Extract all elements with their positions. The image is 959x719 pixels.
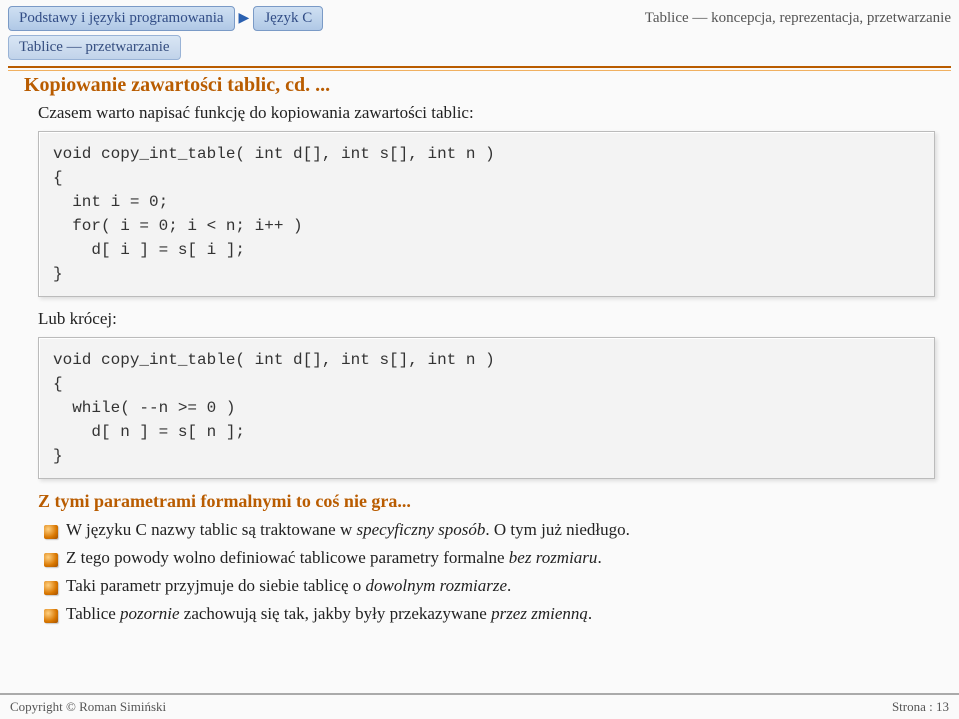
bullet-text: zachowują się tak, jakby były przekazywa… <box>180 604 492 623</box>
list-item: Tablice pozornie zachowują się tak, jakb… <box>44 604 935 624</box>
footer: Copyright © Roman Simiński Strona : 13 <box>0 693 959 719</box>
bullet-icon <box>44 581 58 595</box>
bullet-text: . <box>588 604 592 623</box>
header-right-text: Tablice — koncepcja, reprezentacja, prze… <box>645 6 951 27</box>
divider <box>8 66 951 68</box>
breadcrumb-arrow-icon: ▶ <box>239 10 250 27</box>
breadcrumb: Podstawy i języki programowania ▶ Język … <box>8 6 323 31</box>
code-block-1: void copy_int_table( int d[], int s[], i… <box>38 131 935 297</box>
breadcrumb-item-1: Podstawy i języki programowania <box>8 6 235 31</box>
code-block-2: void copy_int_table( int d[], int s[], i… <box>38 337 935 479</box>
section-tag: Tablice — przetwarzanie <box>8 35 181 60</box>
list-item: Z tego powody wolno definiować tablicowe… <box>44 548 935 568</box>
bullet-em: specyficzny sposób <box>356 520 485 539</box>
breadcrumb-item-2: Język C <box>253 6 323 31</box>
section-row: Tablice — przetwarzanie <box>0 31 959 60</box>
bullet-list: W języku C nazwy tablic są traktowane w … <box>44 520 935 624</box>
page-title: Kopiowanie zawartości tablic, cd. ... <box>24 74 935 97</box>
bullet-em: dowolnym rozmiarze <box>366 576 508 595</box>
bullet-text: . <box>597 548 601 567</box>
bullet-icon <box>44 609 58 623</box>
bullet-em: przez zmienną <box>491 604 588 623</box>
bullet-icon <box>44 525 58 539</box>
bullet-text: W języku C nazwy tablic są traktowane w <box>66 520 356 539</box>
content: Kopiowanie zawartości tablic, cd. ... Cz… <box>0 68 959 624</box>
header-row: Podstawy i języki programowania ▶ Język … <box>0 0 959 31</box>
bullet-text: Z tego powody wolno definiować tablicowe… <box>66 548 509 567</box>
bullet-em: bez rozmiaru <box>509 548 598 567</box>
intro-text: Czasem warto napisać funkcję do kopiowan… <box>38 103 935 123</box>
bullet-text: . O tym już niedługo. <box>485 520 629 539</box>
shorter-label: Lub krócej: <box>38 309 935 329</box>
bullet-em: pozornie <box>120 604 180 623</box>
bullet-text: . <box>507 576 511 595</box>
list-item: W języku C nazwy tablic są traktowane w … <box>44 520 935 540</box>
footer-left: Copyright © Roman Simiński <box>10 699 166 715</box>
footer-right: Strona : 13 <box>892 699 949 715</box>
bullet-text: Tablice <box>66 604 120 623</box>
subheading: Z tymi parametrami formalnymi to coś nie… <box>38 491 935 512</box>
bullet-text: Taki parametr przyjmuje do siebie tablic… <box>66 576 366 595</box>
bullet-icon <box>44 553 58 567</box>
list-item: Taki parametr przyjmuje do siebie tablic… <box>44 576 935 596</box>
